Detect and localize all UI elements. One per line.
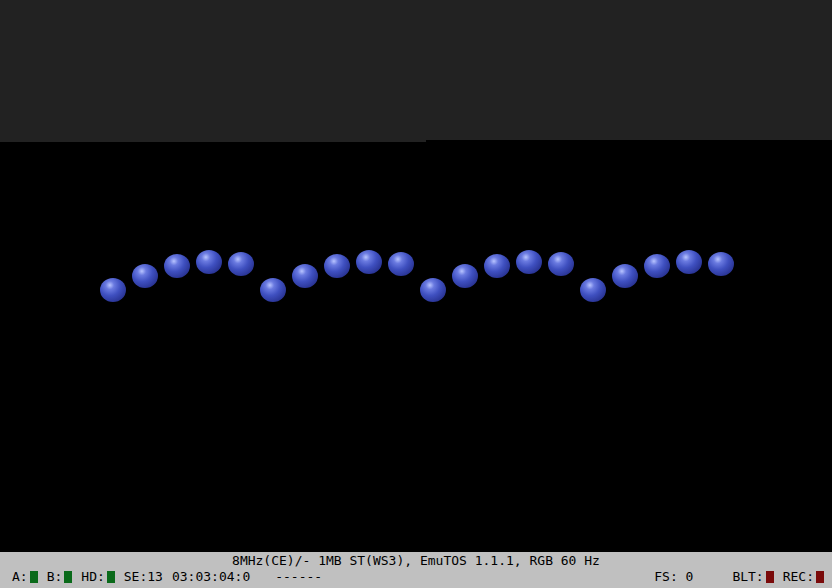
- ball: [420, 278, 446, 302]
- drive-indicator: B:: [47, 569, 73, 585]
- ball: [356, 250, 382, 274]
- ball: [100, 278, 126, 302]
- machine-info: 8MHz(CE)/- 1MB ST(WS3), EmuTOS 1.1.1, RG…: [0, 553, 832, 569]
- frameskip: FS: 0: [654, 569, 693, 585]
- ball: [324, 254, 350, 278]
- ball: [612, 264, 638, 288]
- ball: [708, 252, 734, 276]
- led-icon: [816, 571, 824, 583]
- ball: [516, 250, 542, 274]
- status-bar: 8MHz(CE)/- 1MB ST(WS3), EmuTOS 1.1.1, RG…: [0, 552, 832, 588]
- ball: [548, 252, 574, 276]
- emulator-window: 8MHz(CE)/- 1MB ST(WS3), EmuTOS 1.1.1, RG…: [0, 0, 832, 588]
- led-icon: [30, 571, 38, 583]
- drive-indicator: HD:: [81, 569, 114, 585]
- activity: ------: [275, 569, 322, 585]
- led-icon: [766, 571, 774, 583]
- drive-indicator: A:: [12, 569, 38, 585]
- ball: [580, 278, 606, 302]
- ball: [292, 264, 318, 288]
- led-icon: [64, 571, 72, 583]
- ball: [164, 254, 190, 278]
- ball: [228, 252, 254, 276]
- ball: [388, 252, 414, 276]
- ball: [644, 254, 670, 278]
- ball: [132, 264, 158, 288]
- sector: SE:13: [124, 569, 163, 585]
- time: 03:03:04:0: [172, 569, 250, 585]
- status-indicator: BLT:: [732, 569, 773, 585]
- ball: [484, 254, 510, 278]
- status-indicator: REC:: [783, 569, 824, 585]
- ball: [260, 278, 286, 302]
- border-left: [0, 0, 426, 142]
- ball: [196, 250, 222, 274]
- border-right: [426, 0, 832, 140]
- ball: [452, 264, 478, 288]
- led-icon: [107, 571, 115, 583]
- emulated-screen: [0, 0, 832, 552]
- status-line: A: B: HD: SE:13 03:03:04:0 ------ FS: 0 …: [0, 569, 832, 585]
- ball: [676, 250, 702, 274]
- top-border: [0, 0, 832, 142]
